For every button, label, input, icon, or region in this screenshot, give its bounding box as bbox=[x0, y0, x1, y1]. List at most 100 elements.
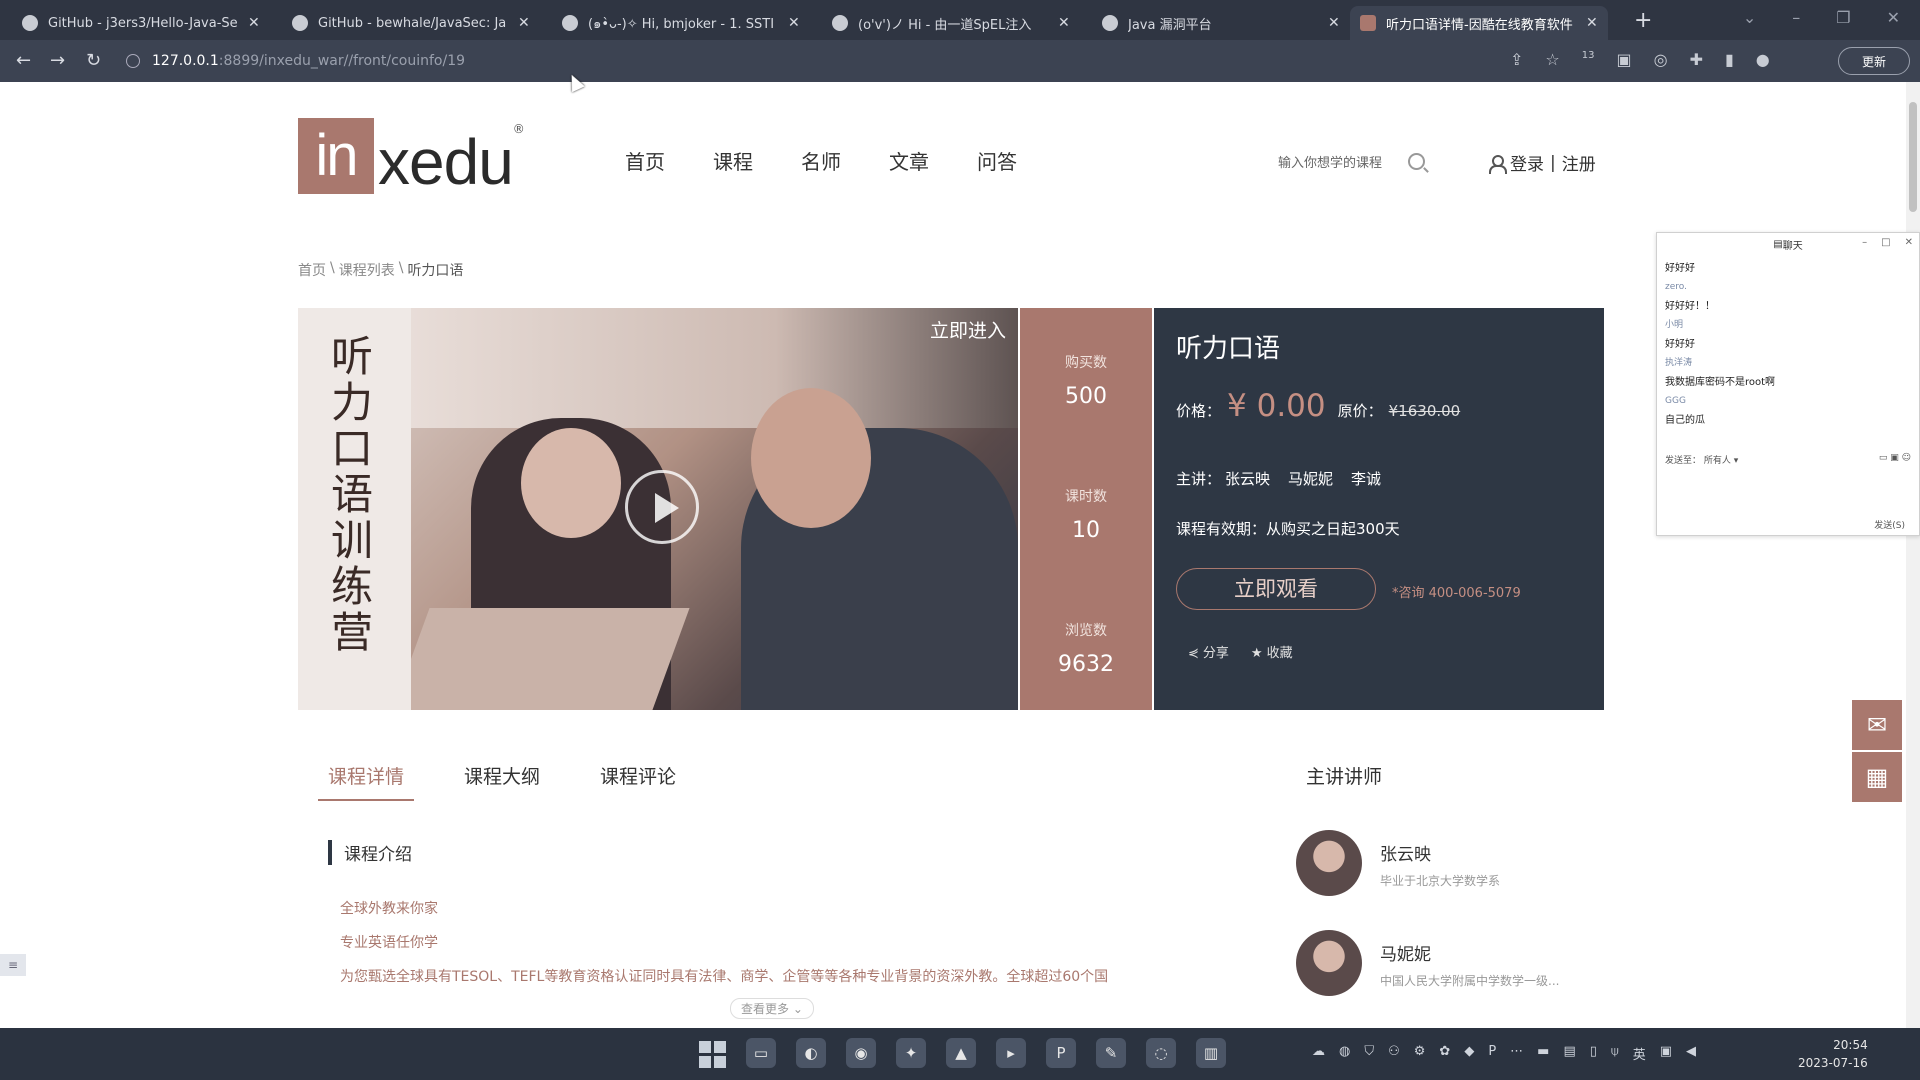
lecturer-name[interactable]: 张云映 bbox=[1380, 840, 1431, 865]
tray-icon[interactable]: ◍ bbox=[1339, 1044, 1350, 1063]
nav-home[interactable]: 首页 bbox=[625, 146, 665, 175]
page-scrollbar[interactable] bbox=[1906, 82, 1920, 1028]
search-icon[interactable] bbox=[1408, 153, 1426, 170]
tray-icon[interactable]: ◆ bbox=[1464, 1044, 1474, 1063]
tab-course-comments[interactable]: 课程评论 bbox=[590, 762, 686, 801]
breadcrumb-home[interactable]: 首页 bbox=[298, 260, 326, 280]
file-icon[interactable]: ▭ bbox=[1879, 453, 1888, 463]
clock[interactable]: 20:54 2023-07-16 bbox=[1798, 1036, 1868, 1072]
watch-now-button[interactable]: 立即观看 bbox=[1176, 568, 1376, 610]
nav-articles[interactable]: 文章 bbox=[889, 146, 929, 175]
course-cover-image[interactable]: 立即进入 bbox=[411, 308, 1018, 710]
tab-course-outline[interactable]: 课程大纲 bbox=[454, 762, 550, 801]
info-icon[interactable] bbox=[126, 54, 140, 68]
register-link[interactable]: 注册 bbox=[1562, 150, 1596, 175]
phone-icon[interactable]: ▯ bbox=[1590, 1044, 1597, 1063]
browser-icon[interactable]: ◐ bbox=[796, 1038, 826, 1068]
chat-send-button[interactable]: 发送(S) bbox=[1874, 518, 1905, 531]
chat-bubble-icon[interactable]: ✉ bbox=[1852, 700, 1902, 750]
app-icon[interactable]: ◌ bbox=[1146, 1038, 1176, 1068]
profile-icon[interactable]: ● bbox=[1756, 50, 1770, 69]
ime-indicator[interactable]: 英 bbox=[1633, 1044, 1646, 1063]
left-menu-icon[interactable]: ≡ bbox=[0, 954, 26, 976]
search-input[interactable]: 输入你想学的课程 bbox=[1278, 152, 1382, 171]
screenshot-icon[interactable]: ▣ bbox=[1890, 453, 1899, 463]
windows-start-icon[interactable] bbox=[696, 1038, 726, 1068]
send-to-select[interactable]: 所有人 bbox=[1704, 456, 1731, 466]
browser-tab-4[interactable]: (o'v')ノ Hi - 由一道SpEL注入 ✕ bbox=[822, 6, 1080, 40]
lecturer-card[interactable]: 张云映 毕业于北京大学数学系 bbox=[1296, 830, 1616, 900]
enter-now-link[interactable]: 立即进入 bbox=[930, 316, 1006, 343]
teacher-link[interactable]: 张云映 bbox=[1225, 468, 1270, 489]
login-link[interactable]: 登录 bbox=[1510, 150, 1544, 175]
extension-icon[interactable]: ◎ bbox=[1654, 50, 1668, 69]
network-icon[interactable]: ▣ bbox=[1660, 1044, 1672, 1063]
share-button[interactable]: ⋞ 分享 bbox=[1188, 642, 1229, 661]
terminal-icon[interactable]: ▸ bbox=[996, 1038, 1026, 1068]
minimize-icon[interactable]: – bbox=[1862, 237, 1867, 248]
forward-icon[interactable]: → bbox=[50, 50, 65, 71]
remote-icon[interactable]: ▥ bbox=[1196, 1038, 1226, 1068]
bookmark-star-icon[interactable]: ☆ bbox=[1545, 50, 1559, 69]
close-icon[interactable]: ✕ bbox=[518, 15, 530, 31]
address-bar[interactable]: 127.0.0.1:8899/inxedu_war//front/couinfo… bbox=[126, 46, 1556, 76]
close-icon[interactable]: ✕ bbox=[1905, 237, 1913, 248]
close-icon[interactable]: ✕ bbox=[788, 15, 800, 31]
browser-tab-2[interactable]: GitHub - bewhale/JavaSec: Ja ✕ bbox=[282, 6, 540, 40]
minimize-icon[interactable]: – bbox=[1792, 8, 1800, 27]
volume-icon[interactable]: ◀ bbox=[1686, 1044, 1696, 1063]
qr-code-icon[interactable]: ▦ bbox=[1852, 752, 1902, 802]
puzzle-icon[interactable]: ✚ bbox=[1690, 50, 1703, 69]
back-icon[interactable]: ← bbox=[16, 50, 31, 71]
chat-header[interactable]: ▤ 聊天 – □ ✕ bbox=[1657, 233, 1919, 255]
translate-icon[interactable]: ▣ bbox=[1616, 50, 1631, 69]
file-explorer-icon[interactable]: ▭ bbox=[746, 1038, 776, 1068]
site-logo[interactable]: in xedu ® bbox=[298, 118, 525, 194]
tray-icon[interactable]: ⚇ bbox=[1388, 1044, 1400, 1063]
powerpoint-icon[interactable]: P bbox=[1046, 1038, 1076, 1068]
avatar[interactable] bbox=[1296, 930, 1362, 996]
shield-icon[interactable]: ⛉ bbox=[1364, 1044, 1374, 1063]
new-tab-icon[interactable]: + bbox=[1634, 8, 1652, 33]
tray-icon[interactable]: ▤ bbox=[1563, 1044, 1575, 1063]
browser-tab-5[interactable]: Java 漏洞平台 ✕ bbox=[1092, 6, 1350, 40]
breadcrumb-course-list[interactable]: 课程列表 bbox=[339, 260, 395, 280]
extension-badge[interactable]: 13 bbox=[1582, 50, 1595, 69]
lecturer-card[interactable]: 马妮妮 中国人民大学附属中学数学一级... bbox=[1296, 930, 1616, 1000]
browser-tab-1[interactable]: GitHub - j3ers3/Hello-Java-Se ✕ bbox=[12, 6, 270, 40]
close-window-icon[interactable]: ✕ bbox=[1887, 8, 1900, 27]
maximize-icon[interactable]: ❐ bbox=[1836, 8, 1850, 27]
tray-icon[interactable]: ☁ bbox=[1312, 1044, 1325, 1063]
play-icon[interactable] bbox=[625, 470, 699, 544]
browser-tab-3[interactable]: (๑•̀ᴗ-)✧ Hi, bmjoker - 1. SSTI ✕ bbox=[552, 6, 810, 40]
teacher-link[interactable]: 李诚 bbox=[1351, 468, 1381, 489]
maximize-icon[interactable]: □ bbox=[1881, 237, 1890, 248]
tab-search-icon[interactable]: ⌄ bbox=[1743, 8, 1756, 27]
notes-icon[interactable]: ✎ bbox=[1096, 1038, 1126, 1068]
close-icon[interactable]: ✕ bbox=[248, 15, 260, 31]
close-icon[interactable]: ✕ bbox=[1328, 15, 1340, 31]
reload-icon[interactable]: ↻ bbox=[86, 50, 101, 71]
tray-icon[interactable]: ▬ bbox=[1537, 1044, 1549, 1063]
see-more-button[interactable]: 查看更多 ⌄ bbox=[730, 998, 814, 1019]
nav-teachers[interactable]: 名师 bbox=[801, 146, 841, 175]
favorite-button[interactable]: ★ 收藏 bbox=[1251, 642, 1293, 661]
tray-icon[interactable]: ⚙ bbox=[1414, 1044, 1426, 1063]
scrollbar-thumb[interactable] bbox=[1909, 102, 1917, 212]
user-icon[interactable]: ☺ bbox=[1902, 453, 1911, 463]
lecturer-name[interactable]: 马妮妮 bbox=[1380, 940, 1431, 965]
tray-icon[interactable]: ⋯ bbox=[1510, 1044, 1523, 1063]
app-icon[interactable]: ✦ bbox=[896, 1038, 926, 1068]
sidebar-icon[interactable]: ▮ bbox=[1725, 50, 1734, 69]
browser-tab-6[interactable]: 听力口语详情-因酷在线教育软件 ✕ bbox=[1350, 6, 1608, 40]
chrome-icon[interactable]: ◉ bbox=[846, 1038, 876, 1068]
teacher-link[interactable]: 马妮妮 bbox=[1288, 468, 1333, 489]
avatar[interactable] bbox=[1296, 830, 1362, 896]
close-icon[interactable]: ✕ bbox=[1058, 15, 1070, 31]
close-icon[interactable]: ✕ bbox=[1586, 15, 1598, 31]
nav-qa[interactable]: 问答 bbox=[977, 146, 1017, 175]
tray-icon[interactable]: ✿ bbox=[1439, 1044, 1450, 1063]
microphone-icon[interactable]: ⍦ bbox=[1611, 1044, 1619, 1063]
share-page-icon[interactable]: ⇪ bbox=[1510, 50, 1523, 69]
update-button[interactable]: 更新 bbox=[1838, 47, 1910, 75]
